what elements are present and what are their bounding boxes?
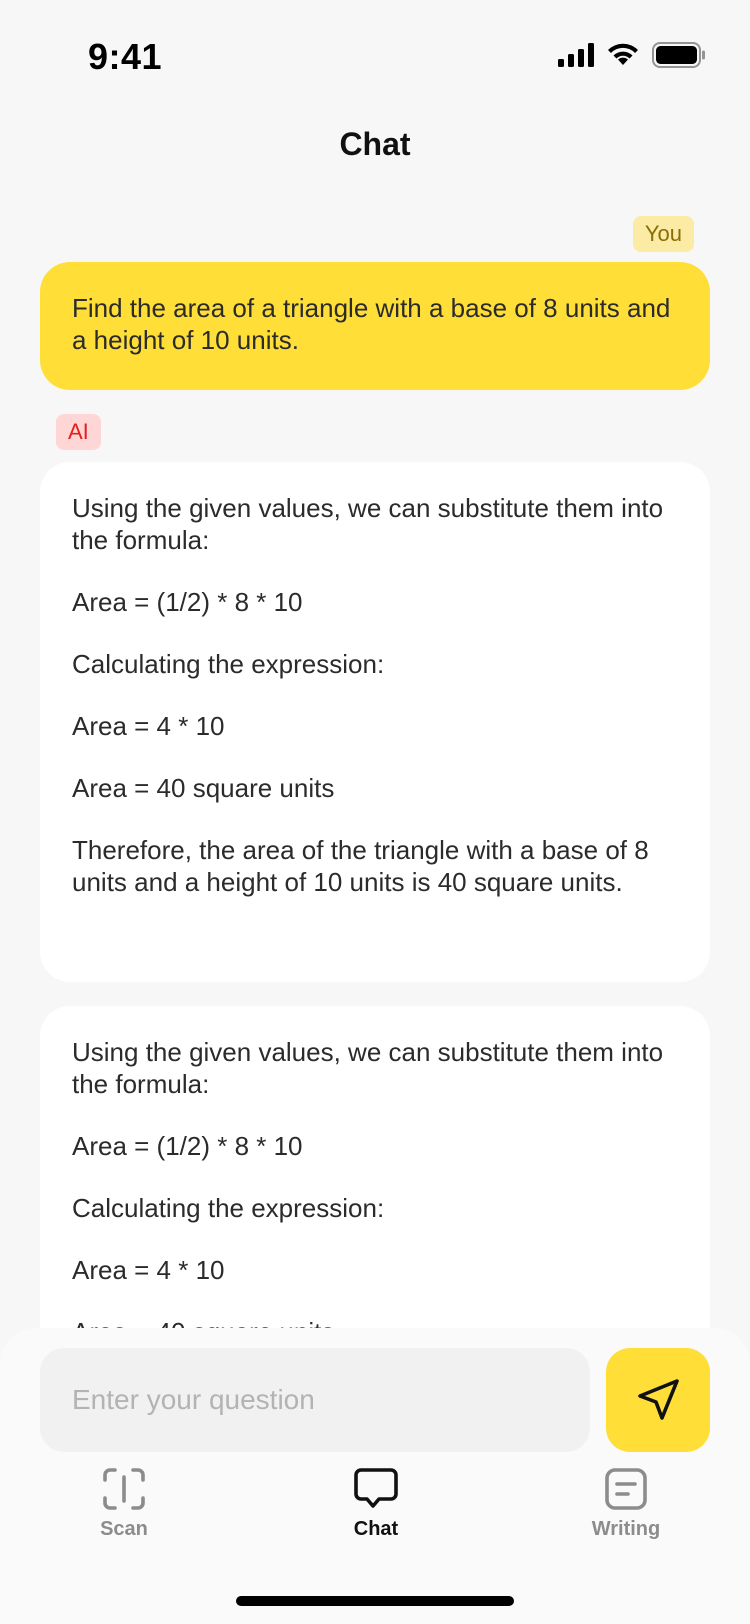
- ai-message-line: Using the given values, we can substitut…: [72, 493, 664, 555]
- user-message-bubble[interactable]: Find the area of a triangle with a base …: [40, 262, 710, 390]
- ai-message-line: Area = 4 * 10: [72, 711, 225, 741]
- send-button[interactable]: [606, 1348, 710, 1452]
- ai-message-line: Area = 40 square units: [72, 773, 335, 803]
- tab-scan[interactable]: Scan: [54, 1466, 194, 1541]
- send-icon: [638, 1379, 679, 1420]
- tab-bar: Scan Chat Writing: [0, 1466, 750, 1566]
- wifi-icon: [608, 43, 638, 65]
- ai-message-line: Calculating the expression:: [72, 1193, 385, 1223]
- tab-writing[interactable]: Writing: [556, 1466, 696, 1541]
- status-bar: 9:41: [0, 0, 750, 110]
- ai-message-line: Area = 4 * 10: [72, 1255, 225, 1285]
- tab-label: Scan: [100, 1518, 148, 1540]
- ai-message-bubble[interactable]: Using the given values, we can substitut…: [40, 462, 710, 982]
- status-icons: [558, 42, 706, 68]
- ai-badge: AI: [56, 414, 101, 450]
- tab-label: Writing: [591, 1518, 661, 1540]
- ai-message-bubble[interactable]: Using the given values, we can substitut…: [40, 1006, 710, 1336]
- question-input[interactable]: [40, 1348, 590, 1452]
- status-time: 9:41: [88, 36, 163, 77]
- chat-messages[interactable]: You Find the area of a triangle with a b…: [0, 200, 750, 1336]
- user-message-text: Find the area of a triangle with a base …: [72, 293, 671, 355]
- ai-message-line: Calculating the expression:: [72, 649, 385, 679]
- home-indicator: [236, 1596, 514, 1606]
- battery-icon: [652, 42, 705, 68]
- page-title: Chat: [339, 126, 411, 162]
- bottom-sheet: Scan Chat Writing: [0, 1328, 750, 1624]
- user-badge: You: [632, 216, 694, 252]
- writing-icon: [605, 1468, 647, 1510]
- cellular-signal-icon: [558, 43, 594, 67]
- ai-message-line: Therefore, the area of the triangle with…: [72, 835, 649, 897]
- tab-label: Chat: [353, 1518, 399, 1540]
- scan-icon: [103, 1468, 145, 1510]
- ai-message-line: Using the given values, we can substitut…: [72, 1037, 664, 1099]
- ai-message-line: Area = (1/2) * 8 * 10: [72, 1131, 303, 1161]
- chat-icon: [354, 1468, 398, 1508]
- ai-message-line: Area = (1/2) * 8 * 10: [72, 587, 303, 617]
- tab-chat[interactable]: Chat: [306, 1466, 446, 1541]
